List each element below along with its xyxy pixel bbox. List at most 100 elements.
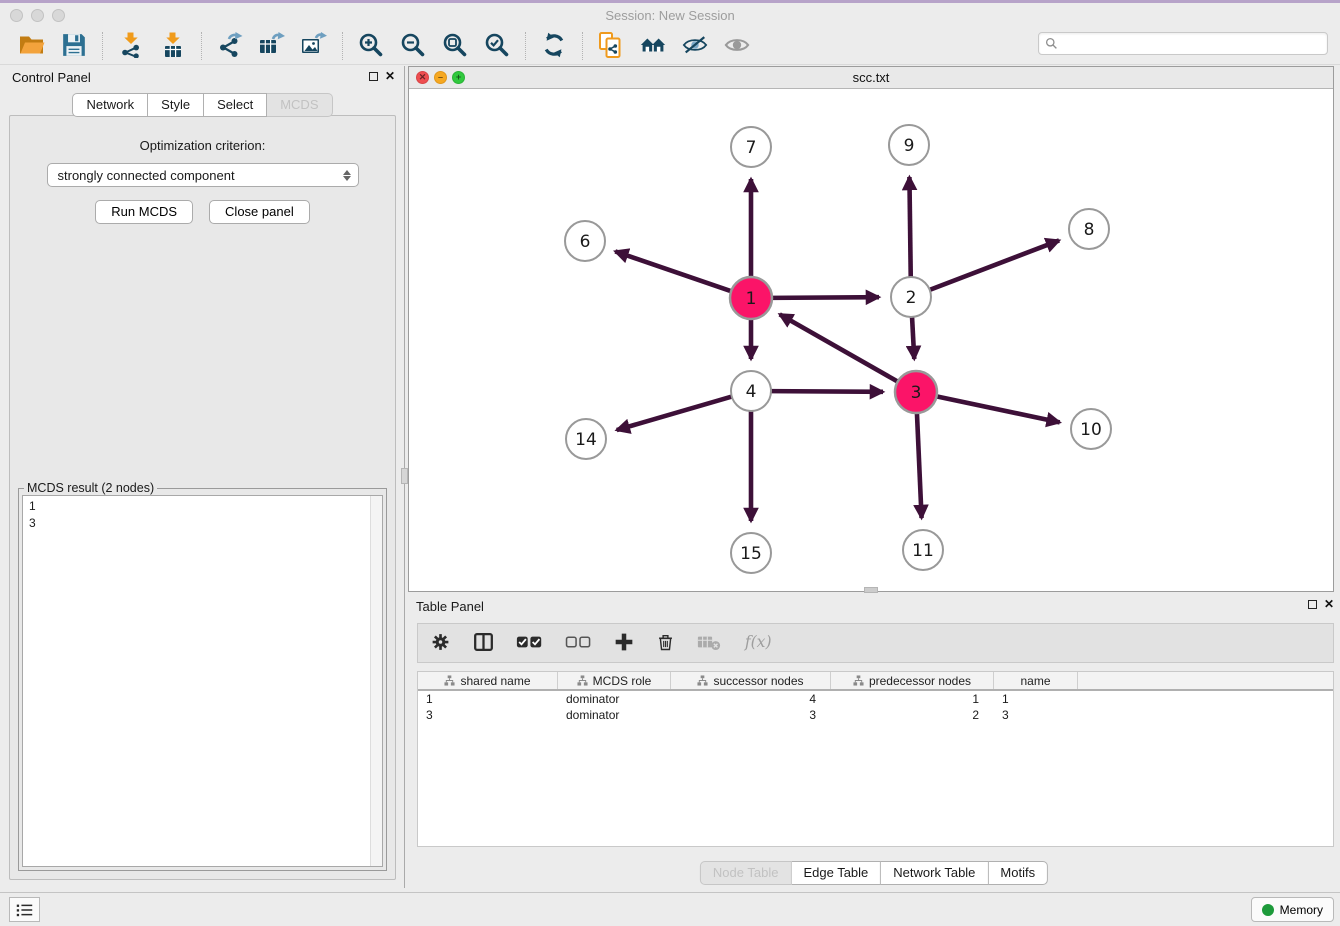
show-all-button[interactable]	[719, 31, 755, 61]
graph-node-7[interactable]: 7	[731, 127, 771, 167]
export-image-button[interactable]	[296, 31, 332, 61]
cell-name[interactable]: 1	[994, 691, 1078, 707]
graph-edge-3-1[interactable]	[780, 314, 898, 381]
cell-name[interactable]: 3	[994, 707, 1078, 723]
graph-node-11[interactable]: 11	[903, 530, 943, 570]
hide-selected-button[interactable]	[677, 31, 713, 61]
network-canvas[interactable]: 7 9 6 8 1 2 4 3 14 10 15 11	[409, 89, 1333, 591]
settings-button[interactable]	[430, 631, 451, 656]
memory-button[interactable]: Memory	[1251, 897, 1334, 922]
criterion-dropdown[interactable]: strongly connected component	[47, 163, 359, 187]
column-header-successor-nodes[interactable]: successor nodes	[671, 672, 831, 689]
tab-select[interactable]: Select	[204, 93, 267, 117]
cell-MCDS-role[interactable]: dominator	[558, 691, 671, 707]
cell-predecessor-nodes[interactable]: 1	[831, 691, 994, 707]
network-window-titlebar[interactable]: ✕ – + scc.txt	[409, 67, 1333, 89]
optimization-criterion-label: Optimization criterion:	[10, 138, 395, 153]
search-input[interactable]	[1063, 37, 1321, 51]
graph-node-2[interactable]: 2	[891, 277, 931, 317]
cell-MCDS-role[interactable]: dominator	[558, 707, 671, 723]
graph-edge-4-3[interactable]	[771, 391, 883, 392]
tab-style[interactable]: Style	[148, 93, 204, 117]
mcds-result-area[interactable]: 1 3	[22, 495, 383, 867]
cell-successor-nodes[interactable]: 3	[671, 707, 831, 723]
graph-node-1[interactable]: 1	[730, 277, 772, 319]
graph-edge-2-8[interactable]	[930, 240, 1059, 289]
export-network-button[interactable]	[212, 31, 248, 61]
save-session-button[interactable]	[56, 31, 92, 61]
column-header-shared-name[interactable]: shared name	[418, 672, 558, 689]
zoom-selected-button[interactable]	[479, 31, 515, 61]
tab-network-table[interactable]: Network Table	[881, 861, 988, 885]
result-scrollbar[interactable]	[370, 496, 382, 866]
apply-preferred-layout-button[interactable]	[536, 31, 572, 61]
node-label: 6	[580, 232, 591, 252]
search-field[interactable]	[1038, 32, 1328, 55]
close-table-panel-icon[interactable]: ✕	[1324, 598, 1334, 610]
node-label: 10	[1080, 420, 1102, 440]
svg-text:f(x): f(x)	[744, 633, 772, 651]
column-header-MCDS-role[interactable]: MCDS role	[558, 672, 671, 689]
tab-node-table[interactable]: Node Table	[700, 861, 792, 885]
splitter-grip[interactable]	[401, 468, 408, 484]
graph-node-6[interactable]: 6	[565, 221, 605, 261]
node-label: 15	[740, 544, 762, 564]
zoom-out-button[interactable]	[395, 31, 431, 61]
sort-hierarchy-icon	[577, 675, 588, 686]
import-network-button[interactable]	[113, 31, 149, 61]
table-panel: Table Panel ✕ f(x) shared nameMCDS roles…	[408, 596, 1340, 888]
table-row[interactable]: 1dominator411	[418, 691, 1333, 707]
add-column-button[interactable]	[614, 631, 634, 656]
tab-motifs[interactable]: Motifs	[988, 861, 1048, 885]
split-view-button[interactable]	[473, 631, 494, 656]
graph-node-3[interactable]: 3	[895, 371, 937, 413]
cell-successor-nodes[interactable]: 4	[671, 691, 831, 707]
task-history-button[interactable]	[9, 897, 40, 922]
graph-node-9[interactable]: 9	[889, 125, 929, 165]
copy-network-button[interactable]	[593, 31, 629, 61]
run-mcds-button[interactable]: Run MCDS	[95, 200, 193, 224]
graph-node-14[interactable]: 14	[566, 419, 606, 459]
tab-mcds[interactable]: MCDS	[267, 93, 332, 117]
close-panel-icon[interactable]: ✕	[385, 70, 395, 82]
graph-edge-4-14[interactable]	[617, 397, 732, 430]
zoom-in-button[interactable]	[353, 31, 389, 61]
save-session-icon	[61, 32, 87, 61]
graph-edge-1-6[interactable]	[615, 251, 731, 291]
cell-shared-name[interactable]: 3	[418, 707, 558, 723]
network-resize-grip[interactable]	[864, 587, 878, 593]
graph-node-10[interactable]: 10	[1071, 409, 1111, 449]
tab-edge-table[interactable]: Edge Table	[791, 861, 881, 885]
close-panel-button[interactable]: Close panel	[209, 200, 310, 224]
graph-node-4[interactable]: 4	[731, 371, 771, 411]
home-view-button[interactable]	[635, 31, 671, 61]
float-table-panel-icon[interactable]	[1308, 600, 1317, 609]
export-table-button[interactable]	[254, 31, 290, 61]
import-table-button[interactable]	[155, 31, 191, 61]
graph-edge-3-10[interactable]	[937, 396, 1060, 422]
cell-predecessor-nodes[interactable]: 2	[831, 707, 994, 723]
panel-splitter[interactable]	[401, 66, 408, 888]
deselect-all-button[interactable]	[565, 631, 592, 656]
column-header-name[interactable]: name	[994, 672, 1078, 689]
tab-network[interactable]: Network	[72, 93, 148, 117]
column-label: successor nodes	[713, 674, 803, 688]
select-all-button[interactable]	[516, 631, 543, 656]
graph-edge-3-11[interactable]	[917, 413, 922, 518]
graph-edge-2-9[interactable]	[909, 177, 910, 277]
graph-node-8[interactable]: 8	[1069, 209, 1109, 249]
open-file-button[interactable]	[14, 31, 50, 61]
table-row[interactable]: 3dominator323	[418, 707, 1333, 723]
graph-node-15[interactable]: 15	[731, 533, 771, 573]
graph-edge-1-2[interactable]	[772, 297, 879, 298]
open-file-icon	[19, 32, 45, 61]
toolbar-separator	[102, 32, 103, 60]
toolbar-separator	[525, 32, 526, 60]
copy-network-icon	[598, 32, 624, 61]
graph-edge-2-3[interactable]	[912, 317, 914, 359]
float-panel-icon[interactable]	[369, 72, 378, 81]
column-header-predecessor-nodes[interactable]: predecessor nodes	[831, 672, 994, 689]
cell-shared-name[interactable]: 1	[418, 691, 558, 707]
zoom-fit-button[interactable]	[437, 31, 473, 61]
delete-column-button[interactable]	[656, 631, 675, 656]
